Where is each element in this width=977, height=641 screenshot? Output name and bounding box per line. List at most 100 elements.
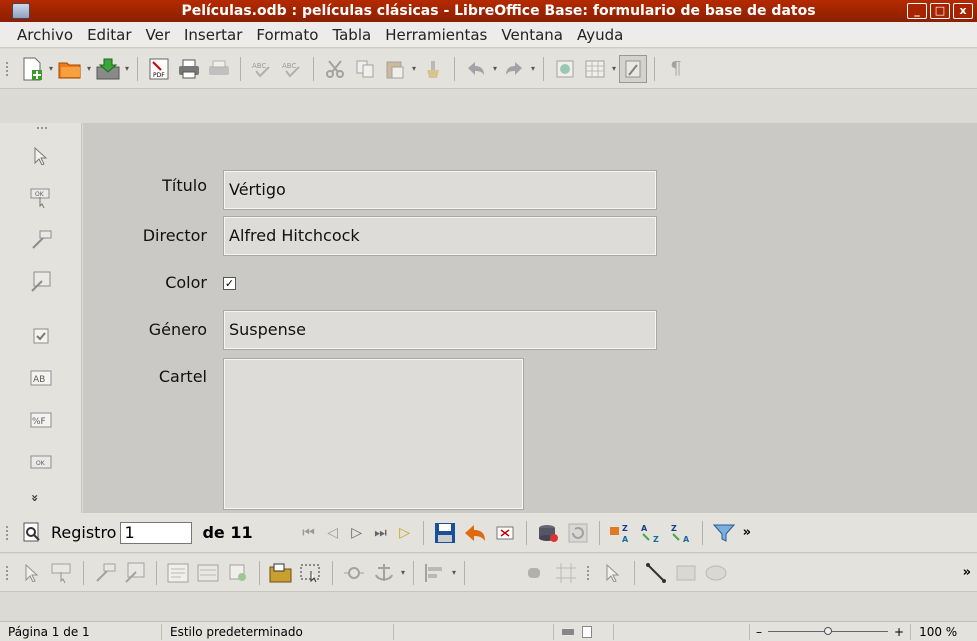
genero-field[interactable]: Suspense [223,310,657,350]
paste-icon[interactable] [381,55,409,83]
form-design-icon[interactable] [28,269,54,295]
push-button-small-icon[interactable]: OK [28,449,54,475]
next-record-icon[interactable]: ▷ [345,525,369,541]
page-view-icon[interactable] [582,625,592,638]
table-dropdown-icon[interactable]: ▾ [610,64,618,73]
maximize-button[interactable]: □ [930,3,950,19]
previous-record-icon[interactable]: ◁ [321,525,345,541]
text-box-icon[interactable]: AB [28,365,54,391]
ellipse-icon[interactable] [702,559,730,587]
clone-formatting-icon[interactable] [419,55,447,83]
toolbar-grip[interactable] [37,127,47,131]
anchor-icon[interactable] [370,559,398,587]
alignment-icon[interactable] [421,559,449,587]
menu-ventana[interactable]: Ventana [494,26,570,44]
toolbar-grip[interactable] [6,565,12,580]
rectangle-icon[interactable] [672,559,700,587]
first-record-icon[interactable]: ⏮ [297,525,321,541]
open-dropdown-icon[interactable]: ▾ [85,64,93,73]
new-record-icon[interactable]: ▷ [393,525,417,541]
grid-icon[interactable] [552,559,580,587]
add-field-icon[interactable] [194,559,222,587]
minimize-button[interactable]: _ [907,3,927,19]
autofilter-icon[interactable] [710,519,738,547]
print-icon[interactable] [175,55,203,83]
push-button-icon[interactable] [48,559,76,587]
group-selection-icon[interactable] [297,559,325,587]
titulo-field[interactable]: Vértigo [223,170,657,210]
undo-icon[interactable] [462,55,490,83]
zoom-in-button[interactable]: + [894,625,904,639]
anchor-dropdown-icon[interactable]: ▾ [399,568,407,577]
copy-icon[interactable] [351,55,379,83]
open-design-mode-icon[interactable] [267,559,295,587]
zoom-out-button[interactable]: – [756,625,762,639]
form-design-icon[interactable] [121,559,149,587]
position-size-icon[interactable] [340,559,368,587]
record-number-input[interactable]: 1 [120,521,193,544]
line-icon[interactable] [642,559,670,587]
refresh-icon[interactable] [534,519,562,547]
toolbar-grip[interactable] [6,525,12,540]
bring-front-icon[interactable] [522,559,550,587]
more-controls-icon[interactable]: » [28,494,42,502]
cartel-image-field[interactable] [223,358,524,510]
menu-archivo[interactable]: Archivo [10,26,80,44]
zoom-knob[interactable] [824,627,832,635]
more-form-icon[interactable]: » [963,565,971,580]
alignment-dropdown-icon[interactable]: ▾ [450,568,458,577]
menu-ayuda[interactable]: Ayuda [570,26,630,44]
export-pdf-icon[interactable]: PDF [145,55,173,83]
open-icon[interactable] [56,55,84,83]
menu-editar[interactable]: Editar [80,26,138,44]
paste-dropdown-icon[interactable]: ▾ [410,64,418,73]
toolbar-grip[interactable] [6,61,12,76]
wizard-icon[interactable] [28,227,54,253]
select-icon[interactable] [599,559,627,587]
view-layout-icon[interactable] [562,628,574,635]
redo-dropdown-icon[interactable]: ▾ [529,64,537,73]
undo-record-icon[interactable] [461,519,489,547]
menu-herramientas[interactable]: Herramientas [378,26,494,44]
design-mode-icon[interactable] [619,54,647,83]
autospellcheck-icon[interactable]: ABC [278,55,306,83]
menu-insertar[interactable]: Insertar [177,26,249,44]
delete-record-icon[interactable] [491,519,519,547]
print-preview-icon[interactable] [205,55,233,83]
select-mode-icon[interactable] [18,559,46,587]
table-icon[interactable] [581,55,609,83]
undo-dropdown-icon[interactable]: ▾ [491,64,499,73]
save-icon[interactable] [94,55,122,83]
form-navigator-icon[interactable] [164,559,192,587]
more-navigation-icon[interactable]: » [743,525,751,540]
color-checkbox[interactable]: ✓ [223,277,236,290]
menu-ver[interactable]: Ver [139,26,178,44]
sort-ascending-icon[interactable]: AZ [637,519,665,547]
toolbar-grip[interactable] [587,565,593,580]
navigator-icon[interactable] [551,55,579,83]
sort-icon[interactable]: ZA [607,519,635,547]
activation-order-icon[interactable] [224,559,252,587]
close-button[interactable]: x [953,3,973,19]
director-field[interactable]: Alfred Hitchcock [223,216,657,256]
redo-icon[interactable] [500,55,528,83]
menu-tabla[interactable]: Tabla [325,26,378,44]
select-icon[interactable] [28,143,54,169]
save-record-icon[interactable] [431,519,459,547]
sort-descending-icon[interactable]: ZA [667,519,695,547]
last-record-icon[interactable]: ⏭ [369,525,393,541]
push-button-icon[interactable]: OK [28,185,54,211]
checkbox-control-icon[interactable] [28,323,54,349]
formatting-marks-icon[interactable]: ¶ [662,55,690,83]
save-dropdown-icon[interactable]: ▾ [123,64,131,73]
wizard-icon[interactable] [91,559,119,587]
refresh-control-icon[interactable] [564,519,592,547]
cut-icon[interactable] [321,55,349,83]
zoom-slider[interactable] [768,627,888,635]
find-record-icon[interactable] [18,519,46,547]
spellcheck-icon[interactable]: ABC [248,55,276,83]
new-dropdown-icon[interactable]: ▾ [47,64,55,73]
new-document-icon[interactable] [18,55,46,83]
formatted-field-icon[interactable]: %F [28,407,54,433]
menu-formato[interactable]: Formato [249,26,325,44]
